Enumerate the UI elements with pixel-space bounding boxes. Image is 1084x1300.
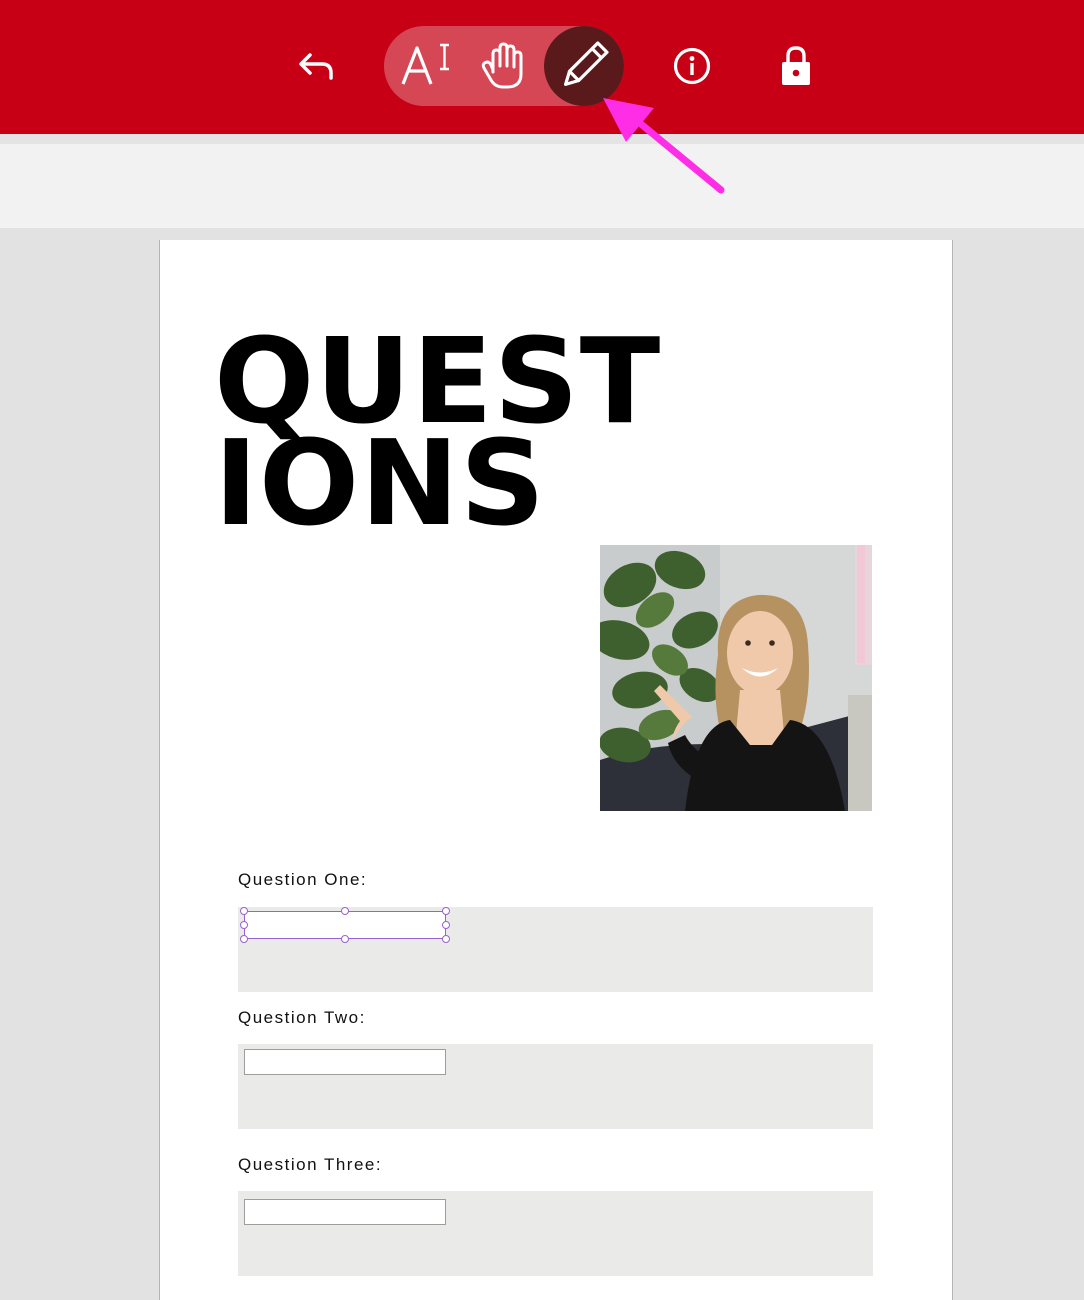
question-three-label: Question Three:: [238, 1155, 383, 1174]
resize-handle-br[interactable]: [442, 935, 450, 943]
question-three-text-field[interactable]: [244, 1199, 446, 1225]
undo-icon: [299, 53, 333, 80]
resize-handle-tr[interactable]: [442, 907, 450, 915]
resize-handle-bl[interactable]: [240, 935, 248, 943]
hand-icon: [481, 42, 523, 89]
pencil-icon: [564, 41, 609, 86]
top-toolbar: [0, 0, 1084, 134]
text-select-icon: [401, 43, 449, 85]
resize-handle-tc[interactable]: [341, 907, 349, 915]
page-title: QUEST IONS: [214, 322, 661, 542]
pencil-tool-button[interactable]: [544, 26, 624, 106]
hand-tool-button[interactable]: [470, 30, 536, 102]
lock-icon: [782, 46, 810, 85]
resize-handle-bc[interactable]: [341, 935, 349, 943]
resize-handle-tl[interactable]: [240, 907, 248, 915]
info-button[interactable]: [668, 42, 716, 90]
text-select-tool-button[interactable]: [392, 30, 458, 102]
lock-button[interactable]: [772, 40, 820, 92]
question-two-text-field[interactable]: [244, 1049, 446, 1075]
question-two-label: Question Two:: [238, 1008, 366, 1027]
question-one-label: Question One:: [238, 870, 368, 889]
woman-pointing-photo: [600, 545, 872, 811]
resize-handle-ml[interactable]: [240, 921, 248, 929]
resize-handle-mr[interactable]: [442, 921, 450, 929]
secondary-toolbar: [0, 134, 1084, 228]
undo-button[interactable]: [292, 42, 340, 90]
info-icon: [673, 47, 711, 85]
